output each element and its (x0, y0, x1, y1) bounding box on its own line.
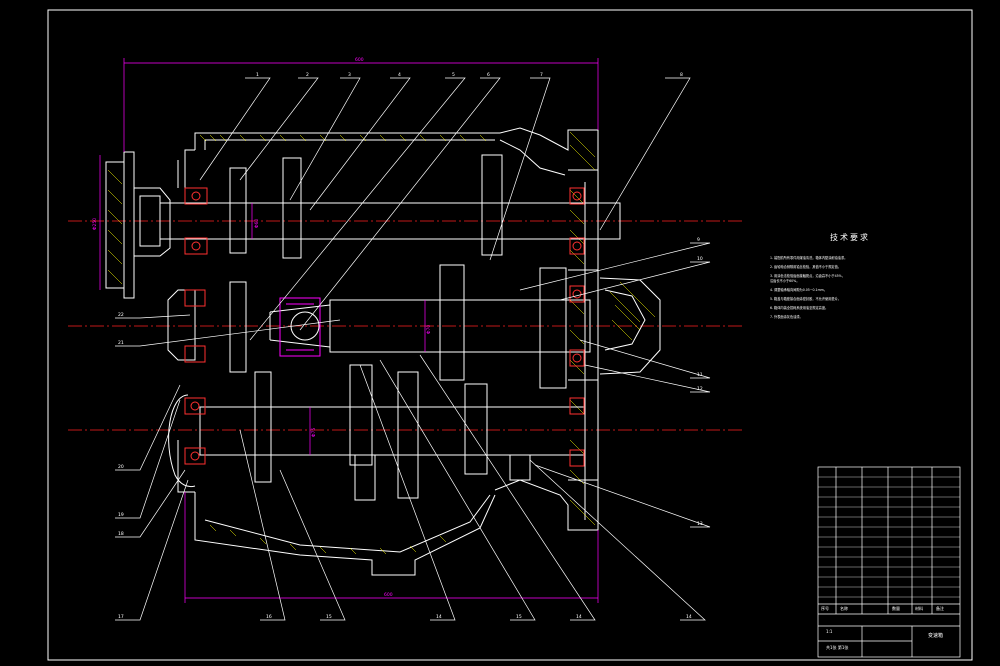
dim-overall-top: 600 (355, 57, 364, 63)
tb-sheet: 共1张 第1张 (826, 645, 849, 650)
callout-top-5: 5 (452, 72, 455, 78)
note-3: 3. 用涂色法检验齿面接触斑点，沿齿高不小于45%， (770, 274, 845, 278)
callout-left-21: 21 (118, 340, 124, 346)
callout-bottom-14c: 14 (686, 614, 692, 620)
tb-header-note: 备注 (936, 606, 944, 611)
note-3-cont: 沿齿长不小于60%。 (770, 279, 800, 283)
tb-drawing-name: 变速箱 (928, 633, 944, 639)
tb-header-name: 名称 (840, 606, 848, 611)
callout-top-8: 8 (680, 72, 683, 78)
tb-scale: 1:1 (826, 629, 833, 634)
callout-top-1: 1 (256, 72, 259, 78)
note-2: 2. 齿轮啮合侧隙用铅丝检验，其值不小于规定值。 (770, 265, 841, 269)
callout-right-9: 9 (697, 237, 700, 243)
callout-bottom-16: 16 (266, 614, 272, 620)
dim-shaft1: Φ60 (254, 219, 260, 228)
note-5: 5. 箱盖与箱座接合面涂密封胶，不允许使用垫片。 (770, 297, 841, 301)
dim-left-flange: Φ250 (92, 218, 98, 230)
callout-left-17: 17 (118, 614, 124, 620)
callout-left-19: 19 (118, 512, 124, 518)
callout-right-12: 12 (697, 386, 703, 392)
dim-shaft3: Φ75 (311, 428, 317, 437)
note-1: 1. 装配前所有零件用煤油清洗，箱体内壁涂耐油油漆。 (770, 256, 848, 260)
callout-left-22: 22 (118, 312, 124, 318)
title-block: 序号 名称 数量 材料 备注 1:1 共1张 第1张 变速箱 (818, 467, 960, 657)
note-4: 4. 调整轴承轴向间隙为0.05~0.1mm。 (770, 288, 827, 292)
dim-overall-bottom: 600 (384, 592, 393, 598)
callout-right-11: 11 (697, 372, 703, 378)
callout-right-10: 10 (697, 256, 703, 262)
note-7: 7. 外表面涂灰色油漆。 (770, 315, 803, 319)
dim-shaft2: Φ70 (426, 325, 432, 334)
callout-top-7: 7 (540, 72, 543, 78)
callout-top-4: 4 (398, 72, 401, 78)
callout-top-3: 3 (348, 72, 351, 78)
tb-header-qty: 数量 (892, 606, 900, 611)
callout-bottom-14a: 14 (436, 614, 442, 620)
callout-top-6: 6 (487, 72, 490, 78)
tb-header-seq: 序号 (821, 606, 829, 611)
callout-left-20: 20 (118, 464, 124, 470)
callout-bottom-15b: 15 (516, 614, 522, 620)
callout-bottom-14b: 14 (576, 614, 582, 620)
callout-left-18: 18 (118, 531, 124, 537)
tb-header-material: 材料 (915, 606, 923, 611)
notes-title: 技术要求 (830, 233, 870, 242)
callout-top-2: 2 (306, 72, 309, 78)
note-6: 6. 箱体内装全损耗系统用油至规定高度。 (770, 306, 829, 310)
callout-right-13: 13 (697, 521, 703, 527)
callout-bottom-15: 15 (326, 614, 332, 620)
